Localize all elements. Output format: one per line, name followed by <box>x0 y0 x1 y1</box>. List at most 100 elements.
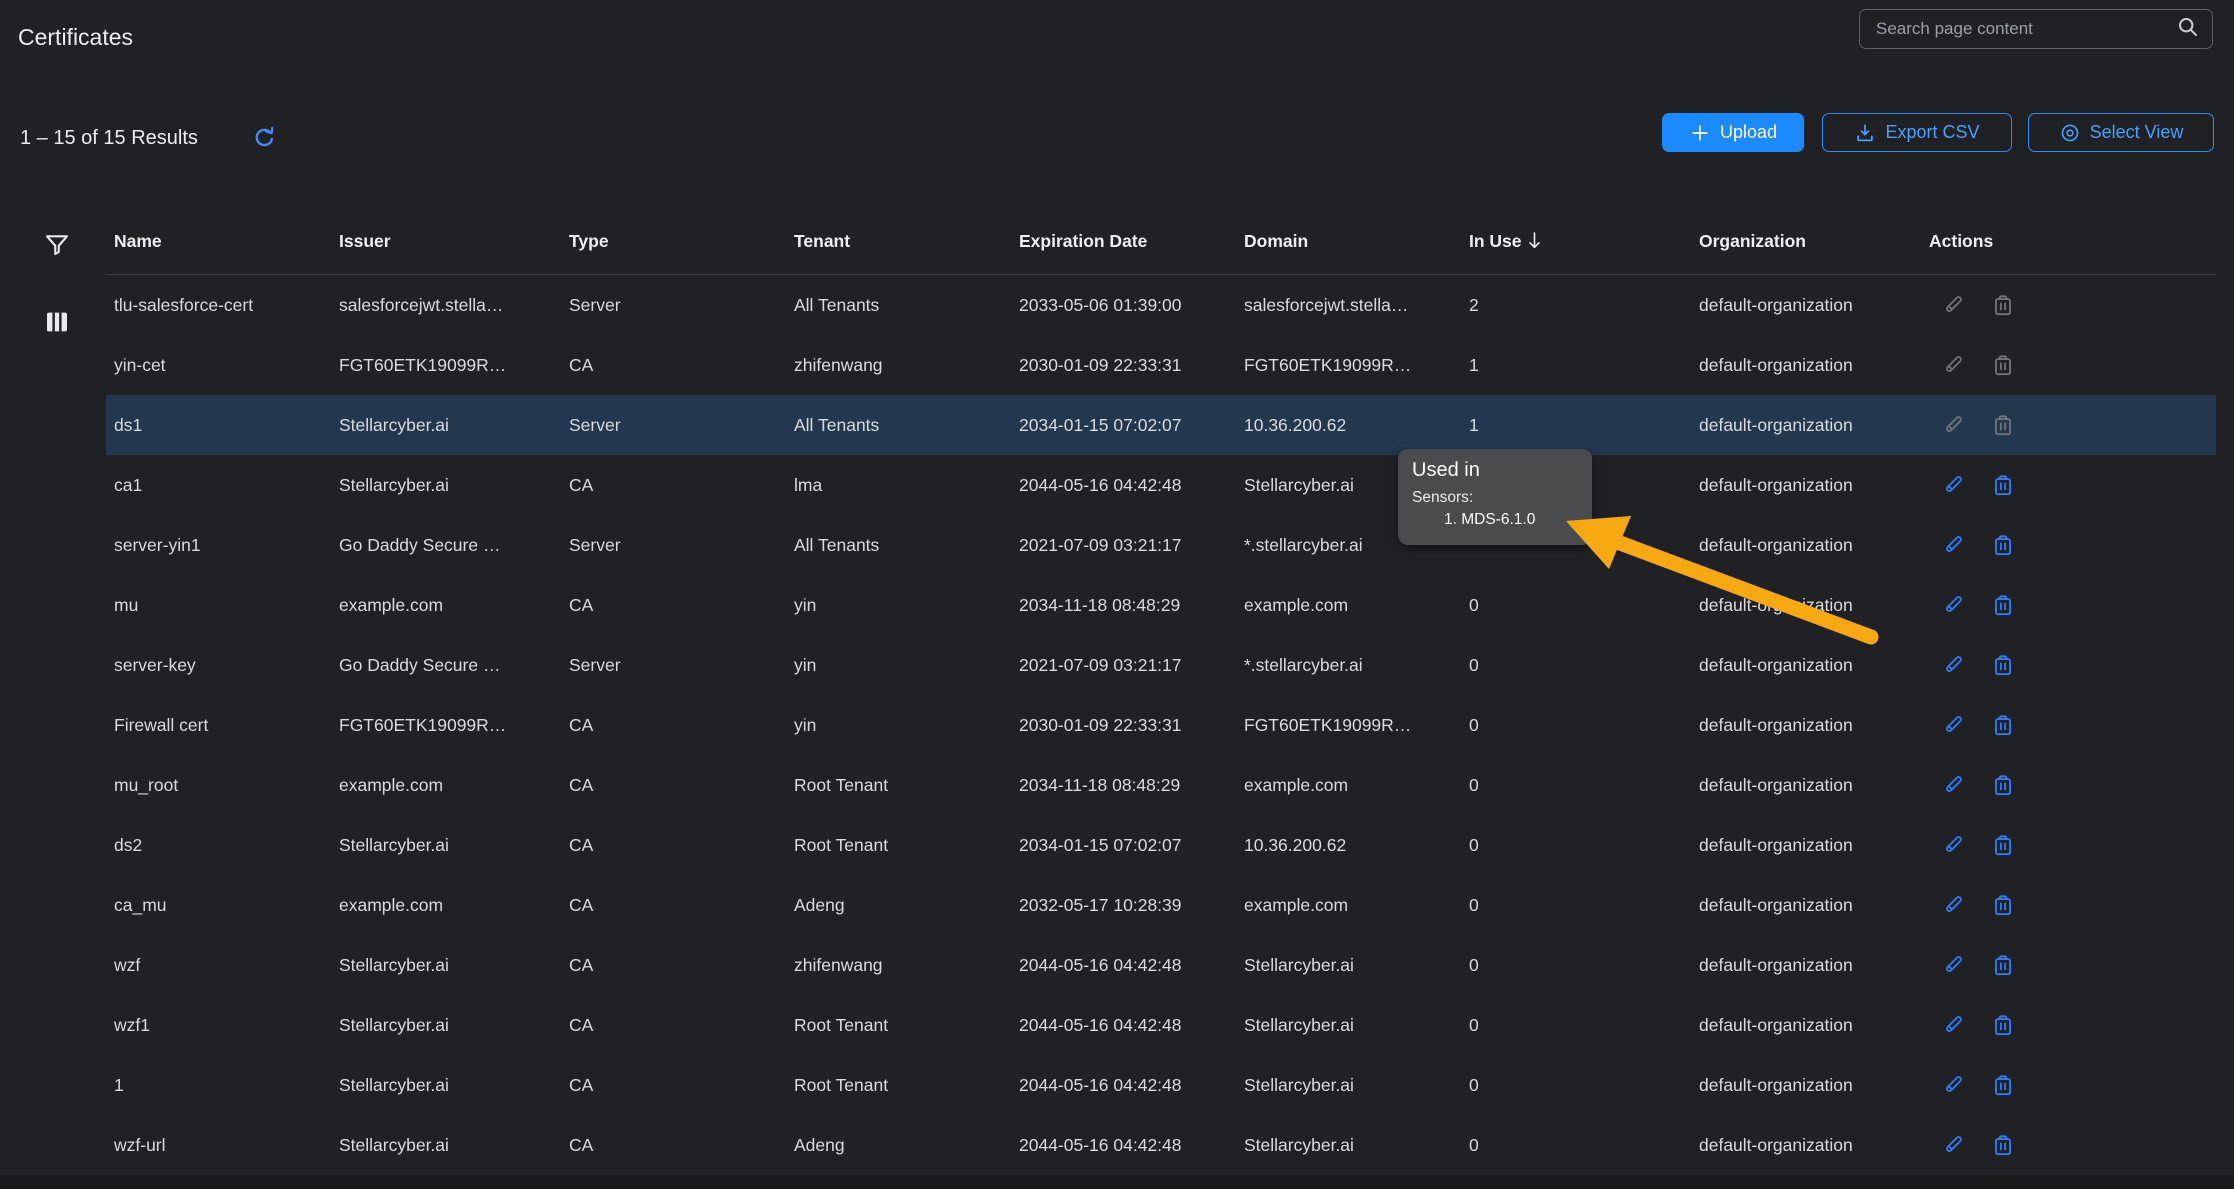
table-row[interactable]: wzf Stellarcyber.ai CA zhifenwang 2044-0… <box>106 935 2216 995</box>
column-header-name[interactable]: Name <box>114 231 162 252</box>
cell-expiration-date: 2030-01-09 22:33:31 <box>1019 335 1182 395</box>
results-count: 1 – 15 of 15 Results <box>20 127 198 150</box>
export-csv-button[interactable]: Export CSV <box>1822 113 2012 152</box>
delete-icon[interactable] <box>1990 712 2016 738</box>
filter-button[interactable] <box>42 230 72 260</box>
table-row[interactable]: ds2 Stellarcyber.ai CA Root Tenant 2034-… <box>106 815 2216 875</box>
edit-icon[interactable] <box>1940 412 1966 438</box>
refresh-button[interactable] <box>250 124 278 152</box>
upload-button-label: Upload <box>1720 122 1777 143</box>
cell-in-use: 0 <box>1469 635 1479 695</box>
delete-icon[interactable] <box>1990 952 2016 978</box>
delete-icon[interactable] <box>1990 892 2016 918</box>
table-row[interactable]: server-yin1 Go Daddy Secure … Server All… <box>106 515 2216 575</box>
cell-expiration-date: 2032-05-17 10:28:39 <box>1019 875 1182 935</box>
column-header-in-use[interactable]: In Use <box>1469 231 1542 252</box>
column-header-organization[interactable]: Organization <box>1699 231 1806 252</box>
edit-icon[interactable] <box>1940 892 1966 918</box>
cell-organization: default-organization <box>1699 575 1853 635</box>
table-row[interactable]: mu_root example.com CA Root Tenant 2034-… <box>106 755 2216 815</box>
cell-organization: default-organization <box>1699 455 1853 515</box>
table-row[interactable]: wzf1 Stellarcyber.ai CA Root Tenant 2044… <box>106 995 2216 1055</box>
cell-name: Firewall cert <box>114 695 208 755</box>
search-box[interactable] <box>1859 9 2213 49</box>
column-header-tenant[interactable]: Tenant <box>794 231 850 252</box>
cell-domain: Stellarcyber.ai <box>1244 1115 1354 1175</box>
column-header-domain[interactable]: Domain <box>1244 231 1308 252</box>
edit-icon[interactable] <box>1940 592 1966 618</box>
tooltip-item: 1. MDS-6.1.0 <box>1444 511 1578 529</box>
cell-organization: default-organization <box>1699 755 1853 815</box>
search-input[interactable] <box>1860 19 2176 39</box>
table-row[interactable]: ds1 Stellarcyber.ai Server All Tenants 2… <box>106 395 2216 455</box>
cell-issuer: Stellarcyber.ai <box>339 995 449 1055</box>
cell-in-use: 0 <box>1469 1115 1479 1175</box>
edit-icon[interactable] <box>1940 352 1966 378</box>
delete-icon[interactable] <box>1990 472 2016 498</box>
cell-expiration-date: 2044-05-16 04:42:48 <box>1019 1055 1182 1115</box>
used-in-tooltip: Used in Sensors: 1. MDS-6.1.0 <box>1398 449 1592 545</box>
column-header-issuer[interactable]: Issuer <box>339 231 391 252</box>
cell-in-use: 0 <box>1469 755 1479 815</box>
edit-icon[interactable] <box>1940 532 1966 558</box>
cell-expiration-date: 2033-05-06 01:39:00 <box>1019 275 1182 335</box>
columns-button[interactable] <box>42 307 72 337</box>
delete-icon[interactable] <box>1990 832 2016 858</box>
column-header-type[interactable]: Type <box>569 231 609 252</box>
upload-button[interactable]: Upload <box>1662 113 1804 152</box>
table-row[interactable]: 1 Stellarcyber.ai CA Root Tenant 2044-05… <box>106 1055 2216 1115</box>
cell-organization: default-organization <box>1699 275 1853 335</box>
edit-icon[interactable] <box>1940 712 1966 738</box>
table-row[interactable]: wzf-url Stellarcyber.ai CA Adeng 2044-05… <box>106 1115 2216 1175</box>
edit-icon[interactable] <box>1940 652 1966 678</box>
select-view-button-label: Select View <box>2090 122 2184 143</box>
table-row[interactable]: yin-cet FGT60ETK19099R… CA zhifenwang 20… <box>106 335 2216 395</box>
cell-type: Server <box>569 635 621 695</box>
cell-type: CA <box>569 995 593 1055</box>
cell-name: 1 <box>114 1055 124 1115</box>
delete-icon[interactable] <box>1990 352 2016 378</box>
cell-organization: default-organization <box>1699 335 1853 395</box>
edit-icon[interactable] <box>1940 1072 1966 1098</box>
edit-icon[interactable] <box>1940 1132 1966 1158</box>
table-row[interactable]: ca1 Stellarcyber.ai CA lma 2044-05-16 04… <box>106 455 2216 515</box>
edit-icon[interactable] <box>1940 1012 1966 1038</box>
cell-tenant: yin <box>794 695 816 755</box>
cell-domain: FGT60ETK19099R… <box>1244 695 1411 755</box>
cell-tenant: Root Tenant <box>794 995 888 1055</box>
delete-icon[interactable] <box>1990 532 2016 558</box>
table-row[interactable]: Firewall cert FGT60ETK19099R… CA yin 203… <box>106 695 2216 755</box>
cell-in-use: 0 <box>1469 875 1479 935</box>
delete-icon[interactable] <box>1990 1132 2016 1158</box>
table-row[interactable]: mu example.com CA yin 2034-11-18 08:48:2… <box>106 575 2216 635</box>
cell-name: server-key <box>114 635 196 695</box>
tooltip-title: Used in <box>1412 459 1578 482</box>
cell-expiration-date: 2034-01-15 07:02:07 <box>1019 395 1182 455</box>
cell-issuer: FGT60ETK19099R… <box>339 695 506 755</box>
cell-type: CA <box>569 875 593 935</box>
delete-icon[interactable] <box>1990 1012 2016 1038</box>
edit-icon[interactable] <box>1940 472 1966 498</box>
cell-domain: 10.36.200.62 <box>1244 815 1346 875</box>
cell-name: wzf-url <box>114 1115 166 1175</box>
search-icon[interactable] <box>2176 15 2200 44</box>
edit-icon[interactable] <box>1940 832 1966 858</box>
delete-icon[interactable] <box>1990 592 2016 618</box>
delete-icon[interactable] <box>1990 412 2016 438</box>
table-row[interactable]: server-key Go Daddy Secure … Server yin … <box>106 635 2216 695</box>
cell-type: CA <box>569 575 593 635</box>
table-row[interactable]: ca_mu example.com CA Adeng 2032-05-17 10… <box>106 875 2216 935</box>
column-header-expiration-date[interactable]: Expiration Date <box>1019 231 1147 252</box>
delete-icon[interactable] <box>1990 1072 2016 1098</box>
delete-icon[interactable] <box>1990 652 2016 678</box>
cell-tenant: zhifenwang <box>794 935 883 995</box>
edit-icon[interactable] <box>1940 292 1966 318</box>
cell-tenant: zhifenwang <box>794 335 883 395</box>
cell-issuer: Stellarcyber.ai <box>339 1055 449 1115</box>
edit-icon[interactable] <box>1940 772 1966 798</box>
delete-icon[interactable] <box>1990 292 2016 318</box>
table-row[interactable]: tlu-salesforce-cert salesforcejwt.stella… <box>106 275 2216 335</box>
edit-icon[interactable] <box>1940 952 1966 978</box>
delete-icon[interactable] <box>1990 772 2016 798</box>
select-view-button[interactable]: Select View <box>2028 113 2214 152</box>
